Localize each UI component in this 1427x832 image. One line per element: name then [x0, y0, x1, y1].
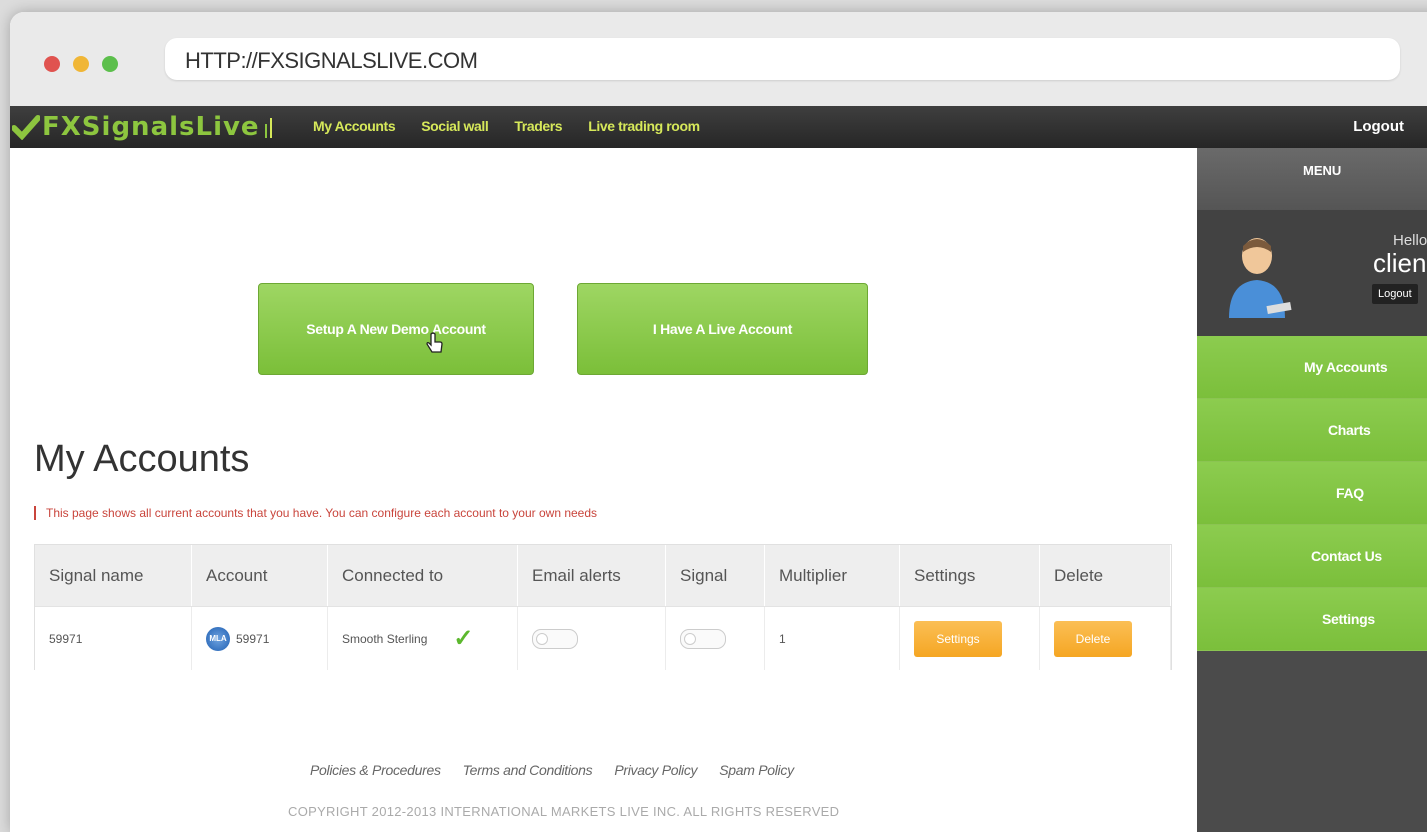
sidebar-item-label: My Accounts [1304, 359, 1388, 375]
multiplier-cell: 1 [765, 607, 900, 670]
connected-to-cell: Smooth Sterling ✓ [328, 607, 518, 670]
maximize-window-button[interactable] [102, 56, 118, 72]
column-header-settings: Settings [900, 545, 1040, 606]
address-bar[interactable]: HTTP://FXSIGNALSLIVE.COM [165, 38, 1400, 80]
footer-link-privacy[interactable]: Privacy Policy [614, 762, 697, 778]
sidebar-item-my-accounts[interactable]: My Accounts [1197, 336, 1427, 399]
username: clien [1373, 248, 1427, 278]
logo-text: FXSignalsLive [42, 112, 260, 142]
column-header-account: Account [192, 545, 328, 606]
logout-link[interactable]: Logout [1353, 118, 1404, 135]
browser-chrome: HTTP://FXSIGNALSLIVE.COM [10, 12, 1427, 106]
top-navigation: FXSignalsLive My Accounts Social wall Tr… [10, 106, 1427, 148]
account-cell: MLA 59971 [192, 607, 328, 670]
nav-link-my-accounts[interactable]: My Accounts [313, 118, 396, 134]
column-header-signal: Signal [666, 545, 765, 606]
nav-links: My Accounts Social wall Traders Live tra… [313, 118, 700, 134]
avatar [1229, 238, 1292, 318]
close-window-button[interactable] [44, 56, 60, 72]
sidebar-logout-button[interactable]: Logout [1372, 284, 1418, 304]
accounts-table: Signal name Account Connected to Email a… [34, 544, 1172, 670]
signal-toggle[interactable] [680, 628, 726, 649]
footer-link-terms[interactable]: Terms and Conditions [463, 762, 593, 778]
column-header-multiplier: Multiplier [765, 545, 900, 606]
sidebar-item-label: FAQ [1336, 485, 1364, 501]
logo-leaf-icon [12, 115, 40, 140]
main-content: Setup A New Demo Account I Have A Live A… [10, 148, 1197, 832]
page-title: My Accounts [34, 438, 250, 480]
nav-link-live-trading-room[interactable]: Live trading room [588, 118, 700, 134]
email-alerts-toggle[interactable] [532, 628, 578, 649]
check-icon: ✓ [453, 625, 474, 652]
signal-cell [666, 607, 765, 670]
url-text: HTTP://FXSIGNALSLIVE.COM [185, 48, 478, 73]
nav-link-traders[interactable]: Traders [514, 118, 562, 134]
column-header-signal-name: Signal name [35, 545, 192, 606]
nav-link-social-wall[interactable]: Social wall [421, 118, 489, 134]
account-badge-icon: MLA [206, 626, 230, 651]
footer-link-spam[interactable]: Spam Policy [719, 762, 794, 778]
table-header: Signal name Account Connected to Email a… [35, 545, 1171, 606]
sidebar-item-contact-us[interactable]: Contact Us [1197, 525, 1427, 588]
settings-cell: Settings [900, 607, 1040, 670]
sidebar-item-label: Settings [1322, 611, 1375, 627]
sidebar-item-label: Contact Us [1311, 548, 1382, 564]
site-logo[interactable]: FXSignalsLive [12, 110, 276, 144]
menu-header: MENU [1197, 148, 1427, 210]
copyright-text: COPYRIGHT 2012-2013 INTERNATIONAL MARKET… [288, 804, 840, 819]
hand-cursor-icon [426, 332, 443, 353]
footer-links: Policies & Procedures Terms and Conditio… [310, 762, 794, 778]
email-alerts-cell [518, 607, 666, 670]
sidebar-menu: My Accounts Charts FAQ Contact Us Settin… [1197, 336, 1427, 651]
sidebar-item-faq[interactable]: FAQ [1197, 462, 1427, 525]
logo-bars-icon [264, 118, 272, 138]
column-header-email-alerts: Email alerts [518, 545, 666, 606]
delete-button[interactable]: Delete [1054, 620, 1132, 657]
live-account-button[interactable]: I Have A Live Account [577, 283, 868, 375]
account-number: 59971 [236, 631, 270, 646]
sidebar-item-charts[interactable]: Charts [1197, 399, 1427, 462]
signal-name-cell: 59971 [35, 607, 192, 670]
page-description: This page shows all current accounts tha… [34, 506, 597, 520]
table-row: 59971 MLA 59971 Smooth Sterling ✓ 1 Sett… [35, 606, 1171, 670]
footer-link-policies[interactable]: Policies & Procedures [310, 762, 441, 778]
sidebar-item-label: Charts [1328, 422, 1371, 438]
user-profile: Hello clien Logout [1197, 210, 1427, 336]
column-header-delete: Delete [1040, 545, 1171, 606]
browser-window: HTTP://FXSIGNALSLIVE.COM FXSignalsLive M… [10, 12, 1427, 832]
connected-to-text: Smooth Sterling [342, 631, 428, 646]
sidebar-item-settings[interactable]: Settings [1197, 588, 1427, 651]
settings-button[interactable]: Settings [914, 620, 1002, 657]
setup-demo-account-button[interactable]: Setup A New Demo Account [258, 283, 534, 375]
right-sidebar: MENU Hello clien Logout My Accounts Char… [1197, 148, 1427, 832]
delete-cell: Delete [1040, 607, 1171, 670]
menu-header-label: MENU [1303, 163, 1342, 178]
hello-text: Hello [1393, 232, 1427, 249]
column-header-connected-to: Connected to [328, 545, 518, 606]
minimize-window-button[interactable] [73, 56, 89, 72]
